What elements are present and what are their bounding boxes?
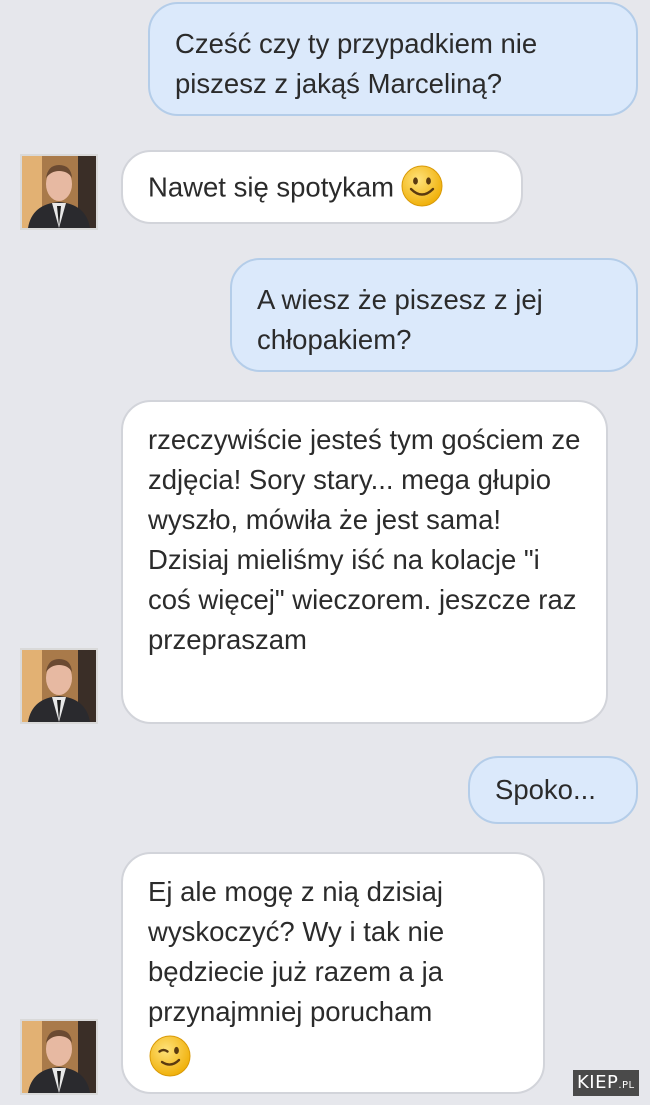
outgoing-message-bubble[interactable]: Cześć czy ty przypadkiem nie piszesz z j… xyxy=(148,2,638,116)
incoming-message-bubble[interactable]: rzeczywiście jesteś tym gościem ze zdjęc… xyxy=(121,400,608,724)
watermark-main: KIEP xyxy=(577,1072,619,1093)
contact-avatar[interactable] xyxy=(20,648,98,724)
message-text: Spoko... xyxy=(495,774,596,805)
smiling-face-icon xyxy=(400,164,444,208)
watermark-suffix: .PL xyxy=(618,1080,635,1091)
message-text: A wiesz że piszesz z jej chłopakiem? xyxy=(257,284,543,355)
site-watermark-logo: KIEP.PL xyxy=(573,1070,639,1096)
incoming-message-bubble[interactable]: Nawet się spotykam xyxy=(121,150,523,224)
message-text: Ej ale mogę z nią dzisiaj wyskoczyć? Wy … xyxy=(148,876,445,1027)
message-text: Cześć czy ty przypadkiem nie piszesz z j… xyxy=(175,28,538,99)
message-text: Nawet się spotykam xyxy=(148,171,395,203)
outgoing-message-bubble[interactable]: A wiesz że piszesz z jej chłopakiem? xyxy=(230,258,638,372)
incoming-message-bubble[interactable]: Ej ale mogę z nią dzisiaj wyskoczyć? Wy … xyxy=(121,852,545,1094)
message-text: rzeczywiście jesteś tym gościem ze zdjęc… xyxy=(148,424,581,655)
contact-avatar[interactable] xyxy=(20,154,98,230)
contact-avatar[interactable] xyxy=(20,1019,98,1095)
outgoing-message-bubble[interactable]: Spoko... xyxy=(468,756,638,824)
winking-face-icon xyxy=(148,1034,192,1078)
